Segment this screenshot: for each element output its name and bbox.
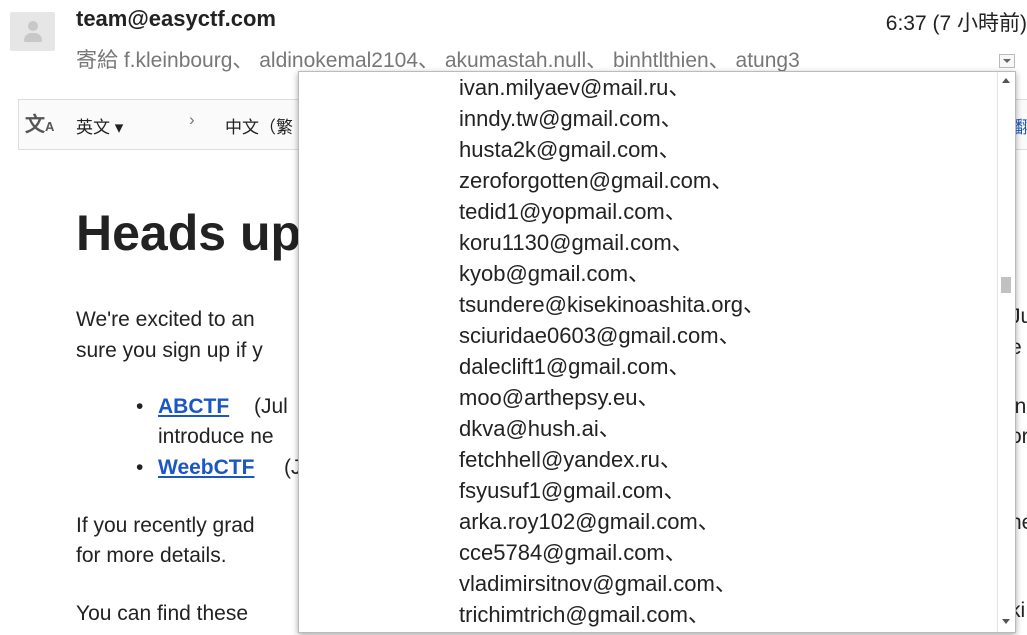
source-language-select[interactable]: 英文 ▾ <box>76 113 123 138</box>
paragraph-2-line-2: for more details. <box>76 544 227 567</box>
bullet-1-text: (Jul <box>254 395 288 418</box>
recipient-item[interactable]: kyob@gmail.com、 <box>459 258 765 289</box>
sender-avatar <box>10 12 55 51</box>
translate-icon: 文A <box>25 114 55 136</box>
chevron-right-icon: › <box>189 110 195 129</box>
recipient-item[interactable]: moo@arthepsy.eu、 <box>459 382 765 413</box>
recipient-item[interactable]: tedid1@yopmail.com、 <box>459 196 765 227</box>
sender-email[interactable]: team@easyctf.com <box>76 6 276 32</box>
recipient-item[interactable]: inndy.tw@gmail.com、 <box>459 103 765 134</box>
bullet-1-line-2: introduce ne <box>158 425 274 448</box>
recipient-item[interactable]: zeroforgotten@gmail.com、 <box>459 165 765 196</box>
recipient-item[interactable]: koru1130@gmail.com、 <box>459 227 765 258</box>
recipient-item[interactable]: fetchhell@yandex.ru、 <box>459 444 765 475</box>
recipient-item[interactable]: fsyusuf1@gmail.com、 <box>459 475 765 506</box>
weebctf-link[interactable]: WeebCTF <box>158 456 254 480</box>
recipient-item[interactable]: cce5784@gmail.com、 <box>459 537 765 568</box>
paragraph-3-line-1: You can find these <box>76 602 249 625</box>
recipients-lead: 寄給 <box>76 49 118 72</box>
recipient-item[interactable]: arka.roy102@gmail.com、 <box>459 506 765 537</box>
recipient-item[interactable]: daleclift1@gmail.com、 <box>459 351 765 382</box>
dropdown-scrollbar[interactable] <box>997 72 1015 632</box>
avatar-body-icon <box>24 33 42 42</box>
recipient-item[interactable]: tsundere@kisekinoashita.org、 <box>459 289 765 320</box>
recipients-dropdown[interactable]: ivan.milyaev@mail.ru、 inndy.tw@gmail.com… <box>298 71 1016 633</box>
recipients-dropdown-list: ivan.milyaev@mail.ru、 inndy.tw@gmail.com… <box>459 72 765 630</box>
paragraph-2-line-1: If you recently grad <box>76 514 255 537</box>
bullet-dot: • <box>136 456 144 479</box>
abctf-link[interactable]: ABCTF <box>158 395 229 419</box>
recipients-line: 寄給 f.kleinbourg、 aldinokemal2104、 akumas… <box>76 44 800 74</box>
avatar-head-icon <box>28 21 38 31</box>
scroll-down-icon[interactable] <box>1002 619 1010 624</box>
recipient-item[interactable]: sciuridae0603@gmail.com、 <box>459 320 765 351</box>
message-time: 6:37 (7 小時前) <box>885 12 1027 35</box>
scroll-up-icon[interactable] <box>1002 78 1010 83</box>
recipients-list: f.kleinbourg、 aldinokemal2104、 akumastah… <box>123 49 800 72</box>
recipient-item[interactable]: husta2k@gmail.com、 <box>459 134 765 165</box>
expand-recipients-button[interactable] <box>999 54 1015 68</box>
email-headline: Heads up <box>76 205 302 261</box>
paragraph-1-line-2: sure you sign up if y <box>76 339 263 362</box>
recipient-item[interactable]: ivan.milyaev@mail.ru、 <box>459 72 765 103</box>
bullet-dot: • <box>136 395 144 418</box>
scrollbar-thumb[interactable] <box>1001 277 1011 293</box>
recipient-item[interactable]: trichimtrich@gmail.com、 <box>459 599 765 630</box>
recipient-item[interactable]: vladimirsitnov@gmail.com、 <box>459 568 765 599</box>
paragraph-1-line-1: We're excited to an <box>76 308 255 331</box>
recipient-item[interactable]: dkva@hush.ai、 <box>459 413 765 444</box>
target-language-select[interactable]: 中文（繁 <box>225 113 293 138</box>
